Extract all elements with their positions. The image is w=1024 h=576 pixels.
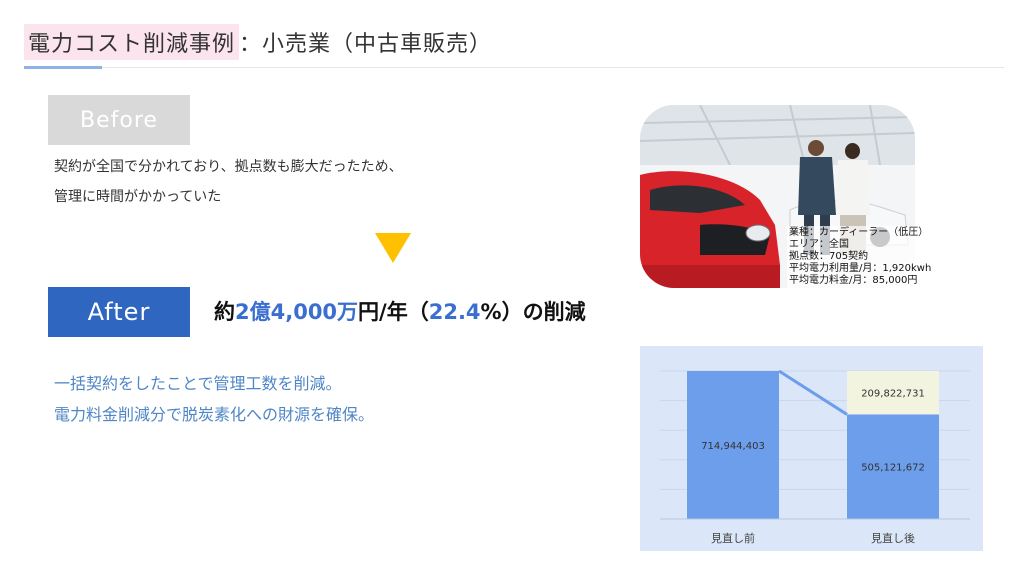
x-tick-label: 見直し後 [871,531,915,545]
x-tick-label: 見直し前 [711,531,755,545]
savings-headline: 約2億4,000万円/年（22.4%）の削減 [214,296,586,326]
after-description: 一括契約をしたことで管理工数を削減。 電力料金削減分で脱炭素化への財源を確保。 [54,368,374,430]
dealer-info-overlay: 業種：カーディーラー（低圧） エリア：全国 拠点数：705契約 平均電力利用量/… [787,226,991,288]
connector-line [778,369,848,416]
title-divider [24,67,1004,68]
headline-unit: 円/年（ [358,300,429,324]
before-line: 契約が全国で分かれており、拠点数も膨大だったため、 [54,159,403,175]
headline-percent: 22.4 [428,300,481,324]
page-title-highlight: 電力コスト削減事例 [24,24,240,60]
before-label: Before [80,107,158,133]
bar-value-label: 714,944,403 [701,441,765,452]
after-label-box: After [48,287,190,337]
title-accent-bar [24,66,102,69]
after-line: 一括契約をしたことで管理工数を削減。 [54,374,342,393]
info-sites: 拠点数：705契約 [789,251,869,262]
info-area: エリア：全国 [789,239,849,250]
info-usage: 平均電力利用量/月：1,920kwh [789,263,932,274]
before-line: 管理に時間がかかっていた [54,189,222,205]
info-charge: 平均電力料金/月：85,000円 [789,275,918,286]
down-arrow-icon [375,233,411,263]
headline-amount: 2億4,000万 [235,300,359,324]
page-title: 電力コスト削減事例 ：小売業（中古車販売） [24,22,492,62]
headline-prefix: 約 [214,300,235,324]
cost-comparison-chart: 714,944,403 見直し前 505,121,672 209,822,731 見直し… [640,346,983,551]
after-label: After [87,298,151,326]
after-line: 電力料金削減分で脱炭素化への財源を確保。 [54,405,375,424]
bar-value-label: 209,822,731 [861,389,925,400]
page-title-subject: ：小売業（中古車販売） [239,32,493,57]
chart-canvas: 714,944,403 見直し前 505,121,672 209,822,731 見直し… [660,369,970,545]
info-industry: 業種：カーディーラー（低圧） [789,227,929,238]
before-description: 契約が全国で分かれており、拠点数も膨大だったため、 管理に時間がかかっていた [54,152,403,212]
bar-value-label: 505,121,672 [861,463,925,474]
before-label-box: Before [48,95,190,145]
headline-suffix: %）の削減 [480,300,586,324]
